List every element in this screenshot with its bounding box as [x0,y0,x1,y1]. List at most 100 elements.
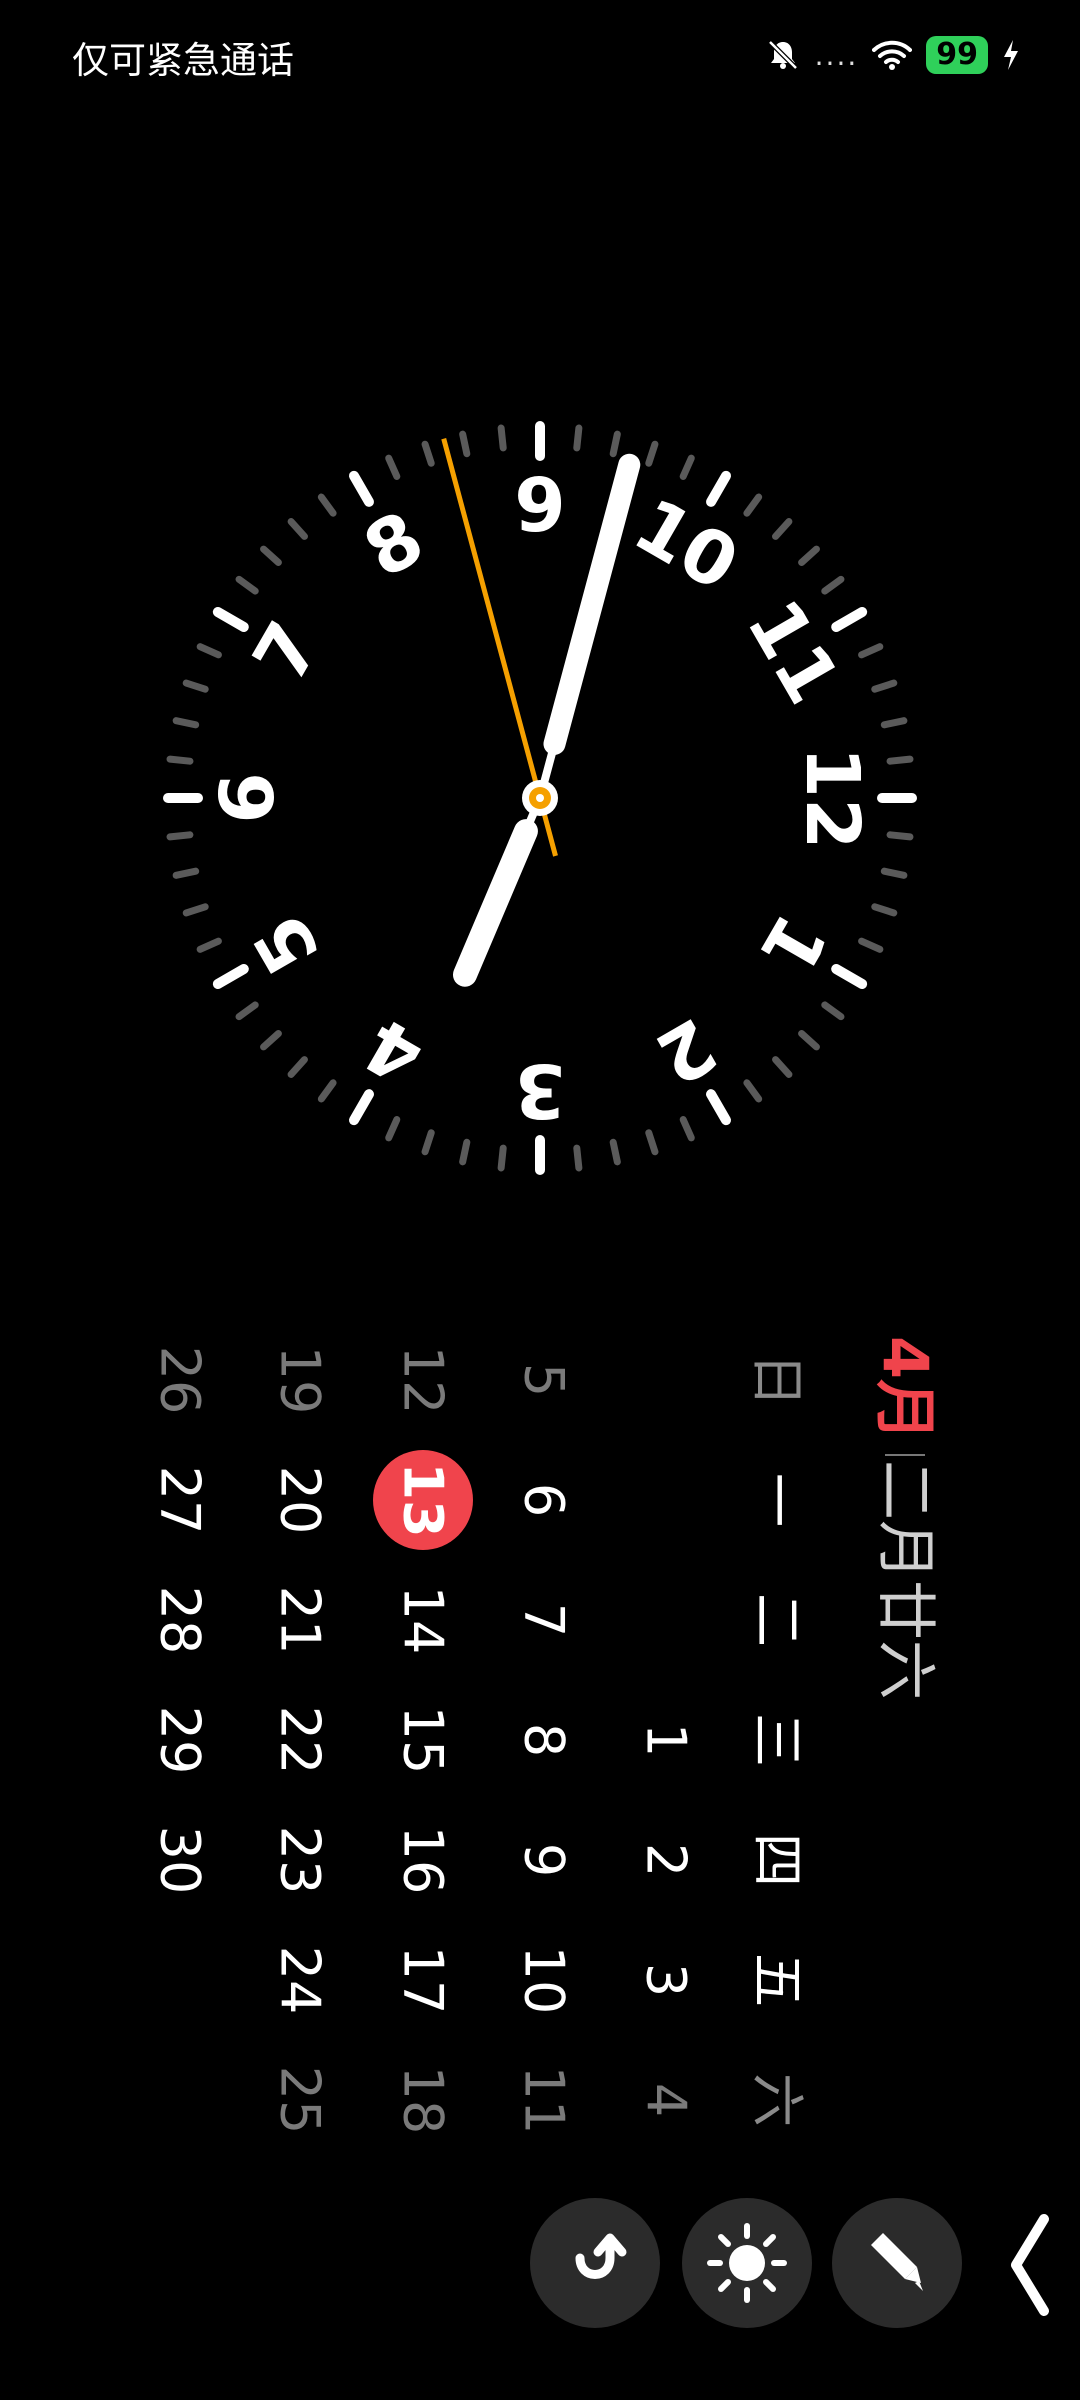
weekday-header: 二 [746,1593,809,1647]
signal-dots: .... [814,38,859,72]
minute-tick [871,679,898,693]
minute-tick [235,1001,259,1021]
hour-tick [349,1089,374,1126]
minute-tick [317,493,337,517]
minute-tick [871,903,898,917]
hour-tick [706,470,731,507]
minute-tick [573,1144,583,1172]
calendar-day: 4 [635,2083,698,2117]
minute-tick [459,430,471,458]
rotate-icon [575,2233,627,2279]
minute-tick [858,643,884,659]
edit-button[interactable] [832,2198,962,2328]
minute-tick [858,937,884,953]
minute-tick [459,1138,471,1166]
status-bar: 仅可紧急通话 .... 99 [0,0,1080,110]
minute-tick [385,454,401,480]
minute-tick [645,1129,659,1156]
calendar-day: 10 [513,1946,576,2015]
calendar-day: 30 [149,1826,212,1895]
calendar-day: 19 [269,1346,332,1415]
minute-tick [743,493,763,517]
minute-tick [821,575,845,595]
clock-numeral-12: 12 [789,747,875,850]
minute-tick [182,679,209,693]
clock-numeral-1: 1 [743,900,843,988]
calendar-day: 2 [635,1843,698,1877]
calendar-day: 21 [269,1586,332,1655]
minute-tick [880,867,908,879]
today-highlight [373,1450,473,1550]
back-button[interactable] [1000,2205,1060,2335]
clock-numeral-11: 11 [730,586,856,718]
brightness-button[interactable] [682,2198,812,2328]
minute-tick [821,1001,845,1021]
minute-tick [798,545,820,566]
minute-tick [421,440,435,467]
calendar-day: 7 [513,1603,576,1637]
minute-tick [172,717,200,729]
mute-bell-icon [767,40,798,70]
minute-tick [679,454,695,480]
calendar-day: 27 [149,1466,212,1535]
rotate-button[interactable] [530,2198,660,2328]
minute-tick [421,1129,435,1156]
minute-tick [287,518,308,540]
calendar-day: 25 [269,2066,332,2135]
minute-tick [166,755,194,765]
minute-tick [573,424,583,452]
minute-tick [385,1116,401,1142]
clock-numeral-5: 5 [237,900,337,988]
minute-tick [182,903,209,917]
minute-tick [609,1138,621,1166]
minute-tick [196,937,222,953]
minute-tick [645,440,659,467]
minute-tick [886,755,914,765]
minute-tick [743,1079,763,1103]
weekday-header: 五 [746,1953,809,2007]
status-icons: .... 99 [765,30,1020,80]
weekday-header: 日 [746,1353,809,1407]
minute-tick [196,643,222,659]
calendar-day: 14 [392,1586,455,1655]
weekday-header: 六 [746,2073,809,2127]
calendar-day: 11 [513,2066,576,2135]
hour-tick [212,964,249,989]
calendar-day: 9 [513,1843,576,1877]
calendar-day: 29 [149,1706,212,1775]
minute-tick [287,1056,308,1078]
minute-tick [679,1116,695,1142]
calendar-day: 16 [392,1826,455,1895]
sun-icon [707,2223,787,2303]
analog-clock: 1212345678 9 1011 [163,421,917,1175]
pen-icon [871,2233,923,2291]
hour-tick [831,607,868,632]
clock-numeral-10: 10 [620,482,752,608]
minute-tick [886,831,914,841]
minute-tick [172,867,200,879]
minute-tick [317,1079,337,1103]
minute-tick [235,575,259,595]
clock-numeral-8: 8 [350,495,438,595]
hour-hand [452,796,544,987]
clock-numeral-4: 4 [350,1001,438,1101]
calendar-day: 5 [513,1363,576,1397]
minute-tick [880,717,908,729]
calendar-day: 15 [392,1706,455,1775]
chevron-left-icon [1011,2214,1049,2316]
calendar-day: 24 [269,1946,332,2015]
clock-numeral-6: 6 [205,772,291,824]
calendar-day: 28 [149,1586,212,1655]
clock-numeral-7: 7 [237,608,337,696]
weekday-header: 三 [746,1713,809,1767]
minute-tick [798,1030,820,1051]
calendar-month: 4月 [869,1336,942,1441]
wifi-icon [872,40,913,70]
calendar-day: 17 [392,1946,455,2015]
weekday-header: 四 [746,1833,809,1887]
calendar-day: 1 [635,1723,698,1757]
minute-tick [497,424,507,452]
clock-numeral-3: 3 [514,1047,566,1133]
calendar-day: 6 [513,1483,576,1517]
minute-tick [260,545,282,566]
